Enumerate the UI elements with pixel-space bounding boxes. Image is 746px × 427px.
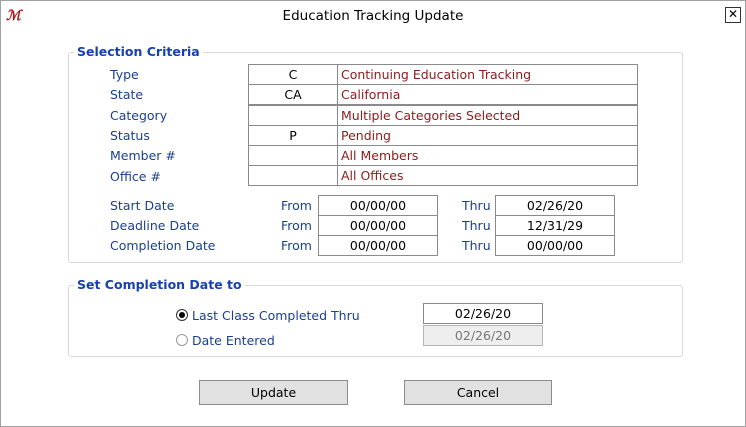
close-button[interactable]: ✕ bbox=[725, 7, 741, 23]
completion-date-label: Completion Date bbox=[110, 238, 216, 253]
start-date-label: Start Date bbox=[110, 198, 175, 213]
completion-from-label: From bbox=[281, 238, 312, 253]
member-label: Member # bbox=[110, 148, 176, 163]
window-title: Education Tracking Update bbox=[282, 8, 464, 24]
start-from-label: From bbox=[281, 198, 312, 213]
date-entered-input: 02/26/20 bbox=[423, 325, 543, 346]
deadline-from-label: From bbox=[281, 218, 312, 233]
completion-date-thru-input[interactable]: 00/00/00 bbox=[495, 235, 615, 256]
type-label: Type bbox=[110, 67, 139, 82]
last-class-radio[interactable] bbox=[176, 309, 188, 321]
status-code-field[interactable]: P bbox=[248, 125, 338, 146]
type-desc-field: Continuing Education Tracking bbox=[337, 64, 638, 85]
date-entered-radio-label[interactable]: Date Entered bbox=[192, 333, 275, 348]
deadline-date-label: Deadline Date bbox=[110, 218, 200, 233]
set-completion-title: Set Completion Date to bbox=[74, 277, 245, 292]
selection-criteria-title: Selection Criteria bbox=[74, 44, 203, 59]
completion-date-from-input[interactable]: 00/00/00 bbox=[318, 235, 438, 256]
last-class-date-input[interactable]: 02/26/20 bbox=[423, 303, 543, 324]
start-date-from-input[interactable]: 00/00/00 bbox=[318, 195, 438, 216]
deadline-thru-label: Thru bbox=[462, 218, 491, 233]
deadline-date-thru-input[interactable]: 12/31/29 bbox=[495, 215, 615, 236]
state-code-field[interactable]: CA bbox=[248, 84, 338, 105]
office-desc-field: All Offices bbox=[337, 165, 638, 186]
start-thru-label: Thru bbox=[462, 198, 491, 213]
last-class-radio-label[interactable]: Last Class Completed Thru bbox=[192, 308, 360, 323]
state-label: State bbox=[110, 87, 144, 102]
category-label: Category bbox=[110, 108, 168, 123]
update-button[interactable]: Update bbox=[199, 380, 348, 405]
deadline-date-from-input[interactable]: 00/00/00 bbox=[318, 215, 438, 236]
title-bar: ℳ Education Tracking Update ✕ bbox=[1, 1, 745, 31]
category-desc-field: Multiple Categories Selected bbox=[337, 105, 638, 126]
category-code-field[interactable] bbox=[248, 105, 338, 126]
date-entered-radio[interactable] bbox=[176, 334, 188, 346]
completion-thru-label: Thru bbox=[462, 238, 491, 253]
set-completion-group bbox=[68, 285, 683, 357]
status-label: Status bbox=[110, 128, 150, 143]
state-desc-field: California bbox=[337, 84, 638, 105]
member-code-field[interactable] bbox=[248, 145, 338, 166]
type-code-field[interactable]: C bbox=[248, 64, 338, 85]
status-desc-field: Pending bbox=[337, 125, 638, 146]
dialog-window: ℳ Education Tracking Update ✕ Selection … bbox=[0, 0, 746, 427]
office-code-field[interactable] bbox=[248, 165, 338, 186]
start-date-thru-input[interactable]: 02/26/20 bbox=[495, 195, 615, 216]
member-desc-field: All Members bbox=[337, 145, 638, 166]
cancel-button[interactable]: Cancel bbox=[404, 380, 552, 405]
office-label: Office # bbox=[110, 169, 161, 184]
